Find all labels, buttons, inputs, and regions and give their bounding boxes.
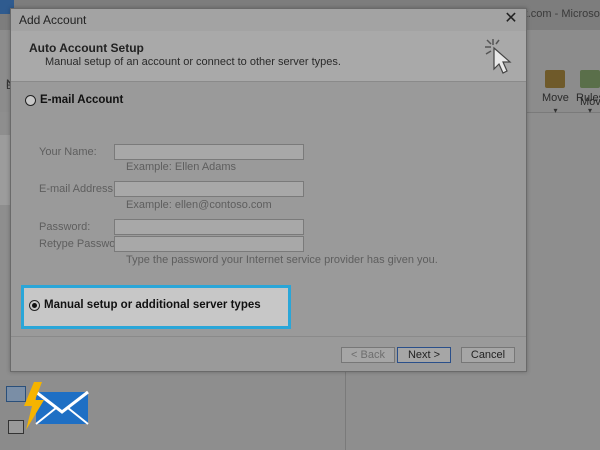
- back-button[interactable]: < Back: [341, 347, 395, 363]
- footer-divider: [11, 336, 526, 337]
- manual-setup-highlight: Manual setup or additional server types: [21, 285, 291, 329]
- email-address-hint: Example: ellen@contoso.com: [126, 199, 272, 211]
- folder-pane-strip: [0, 135, 10, 205]
- ribbon-group-label: Move: [580, 96, 600, 108]
- your-name-label: Your Name:: [39, 146, 97, 158]
- add-account-dialog: Add Account ✕ Auto Account Setup Manual …: [10, 8, 527, 372]
- close-icon[interactable]: ✕: [502, 10, 520, 28]
- dialog-titlebar: Add Account ✕: [11, 9, 526, 31]
- password-hint: Type the password your Internet service …: [126, 254, 438, 266]
- your-name-input[interactable]: [114, 144, 304, 160]
- move-button[interactable]: Move ▾: [542, 70, 569, 115]
- email-account-label: E-mail Account: [40, 94, 124, 106]
- header-title: Auto Account Setup: [29, 41, 144, 55]
- move-label: Move: [542, 92, 569, 104]
- email-account-option[interactable]: E-mail Account: [25, 94, 123, 106]
- your-name-hint: Example: Ellen Adams: [126, 161, 237, 173]
- cancel-button[interactable]: Cancel: [461, 347, 515, 363]
- folder-icon: [545, 70, 566, 88]
- manual-setup-label: Manual setup or additional server types: [44, 299, 261, 311]
- mail-logo-icon: [24, 382, 89, 430]
- email-address-input[interactable]: [114, 181, 304, 197]
- rules-button[interactable]: Rules ▾: [576, 70, 600, 115]
- chevron-down-icon: ▾: [553, 106, 558, 115]
- manual-setup-radio[interactable]: [29, 299, 40, 311]
- dialog-header: Auto Account Setup Manual setup of an ac…: [11, 31, 526, 82]
- manual-setup-option[interactable]: Manual setup or additional server types: [29, 299, 261, 311]
- retype-password-input[interactable]: [114, 236, 304, 252]
- email-address-label: E-mail Address:: [39, 183, 117, 195]
- dialog-title: Add Account: [19, 13, 87, 27]
- password-input[interactable]: [114, 219, 304, 235]
- password-label: Password:: [39, 221, 91, 233]
- rules-icon: [580, 70, 600, 88]
- next-button[interactable]: Next >: [397, 347, 451, 363]
- header-subtitle: Manual setup of an account or connect to…: [45, 56, 341, 68]
- email-account-radio[interactable]: [25, 94, 36, 106]
- cursor-click-icon: [485, 39, 512, 74]
